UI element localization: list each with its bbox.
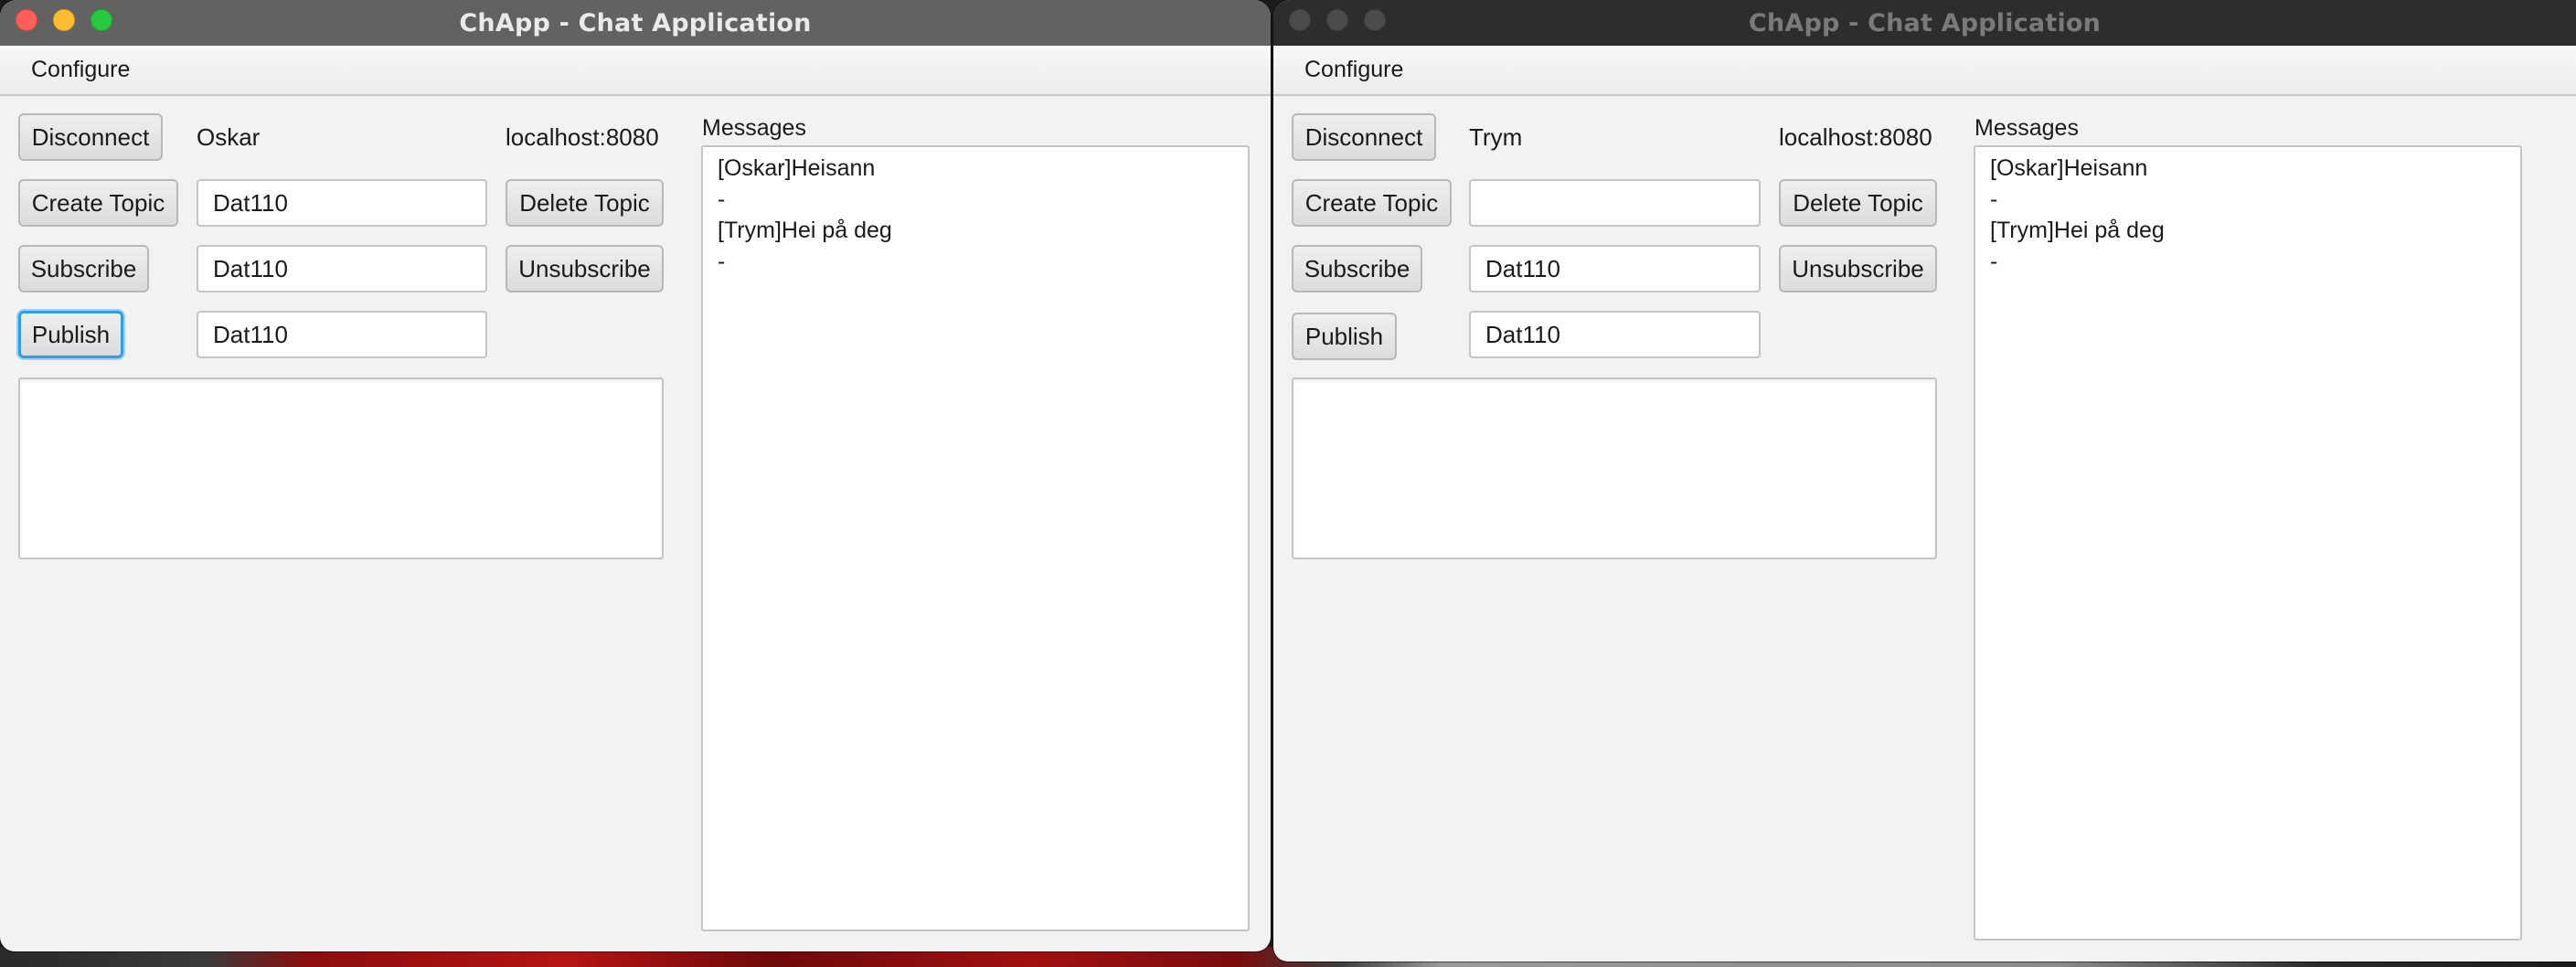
message-compose-textarea[interactable] <box>18 377 664 559</box>
server-address-label: localhost:8080 <box>506 123 659 151</box>
disconnect-button[interactable]: Disconnect <box>18 113 163 161</box>
messages-list[interactable]: [Oskar]Heisann - [Trym]Hei på deg - <box>1974 145 2522 940</box>
subscribe-topic-input[interactable] <box>197 245 487 292</box>
chat-window-oskar: ChApp - Chat Application Configure Disco… <box>0 0 1271 951</box>
title-bar[interactable]: ChApp - Chat Application <box>0 0 1271 46</box>
username-label: Oskar <box>197 123 261 151</box>
maximize-window-button[interactable] <box>1364 9 1386 31</box>
unsubscribe-button[interactable]: Unsubscribe <box>506 245 664 292</box>
close-window-button[interactable] <box>16 9 37 31</box>
subscribe-button[interactable]: Subscribe <box>1292 245 1422 292</box>
title-bar[interactable]: ChApp - Chat Application <box>1273 0 2576 46</box>
minimize-window-button[interactable] <box>1326 9 1348 31</box>
messages-label: Messages <box>1975 115 2079 141</box>
message-item: [Trym]Hei på deg <box>1990 218 2165 243</box>
publish-topic-input[interactable] <box>197 311 487 358</box>
username-label: Trym <box>1469 123 1523 151</box>
subscribe-topic-input[interactable] <box>1469 245 1761 292</box>
menu-bar: Configure <box>0 46 1271 96</box>
window-title: ChApp - Chat Application <box>1748 8 2102 37</box>
message-item: [Oskar]Heisann <box>718 155 876 181</box>
maximize-window-button[interactable] <box>90 9 112 31</box>
message-item: - <box>718 186 726 212</box>
window-title: ChApp - Chat Application <box>459 8 812 37</box>
delete-topic-button[interactable]: Delete Topic <box>506 179 664 227</box>
main-panel: Disconnect Trym localhost:8080 Create To… <box>1273 96 2576 962</box>
message-item: - <box>1990 186 1998 212</box>
chat-window-trym: ChApp - Chat Application Configure Disco… <box>1273 0 2576 962</box>
menu-configure[interactable]: Configure <box>16 46 144 94</box>
message-item: [Trym]Hei på deg <box>718 218 892 243</box>
minimize-window-button[interactable] <box>53 9 75 31</box>
message-compose-textarea[interactable] <box>1292 377 1937 559</box>
menu-configure[interactable]: Configure <box>1290 46 1418 94</box>
menu-bar: Configure <box>1273 46 2576 96</box>
disconnect-button[interactable]: Disconnect <box>1292 113 1436 161</box>
message-item: - <box>1990 249 1998 274</box>
window-controls <box>16 9 112 31</box>
unsubscribe-button[interactable]: Unsubscribe <box>1779 245 1937 292</box>
create-topic-input[interactable] <box>197 179 487 227</box>
close-window-button[interactable] <box>1289 9 1311 31</box>
window-controls <box>1289 9 1386 31</box>
messages-list[interactable]: [Oskar]Heisann - [Trym]Hei på deg - <box>701 145 1250 931</box>
create-topic-button[interactable]: Create Topic <box>18 179 178 227</box>
delete-topic-button[interactable]: Delete Topic <box>1779 179 1937 227</box>
server-address-label: localhost:8080 <box>1779 123 1932 151</box>
message-item: [Oskar]Heisann <box>1990 155 2148 181</box>
main-panel: Disconnect Oskar localhost:8080 Create T… <box>0 96 1271 951</box>
messages-label: Messages <box>702 115 806 141</box>
create-topic-input[interactable] <box>1469 179 1761 227</box>
publish-button[interactable]: Publish <box>18 311 123 358</box>
message-item: - <box>718 249 726 274</box>
subscribe-button[interactable]: Subscribe <box>18 245 149 292</box>
publish-button[interactable]: Publish <box>1292 313 1397 360</box>
publish-topic-input[interactable] <box>1469 311 1761 358</box>
create-topic-button[interactable]: Create Topic <box>1292 179 1452 227</box>
